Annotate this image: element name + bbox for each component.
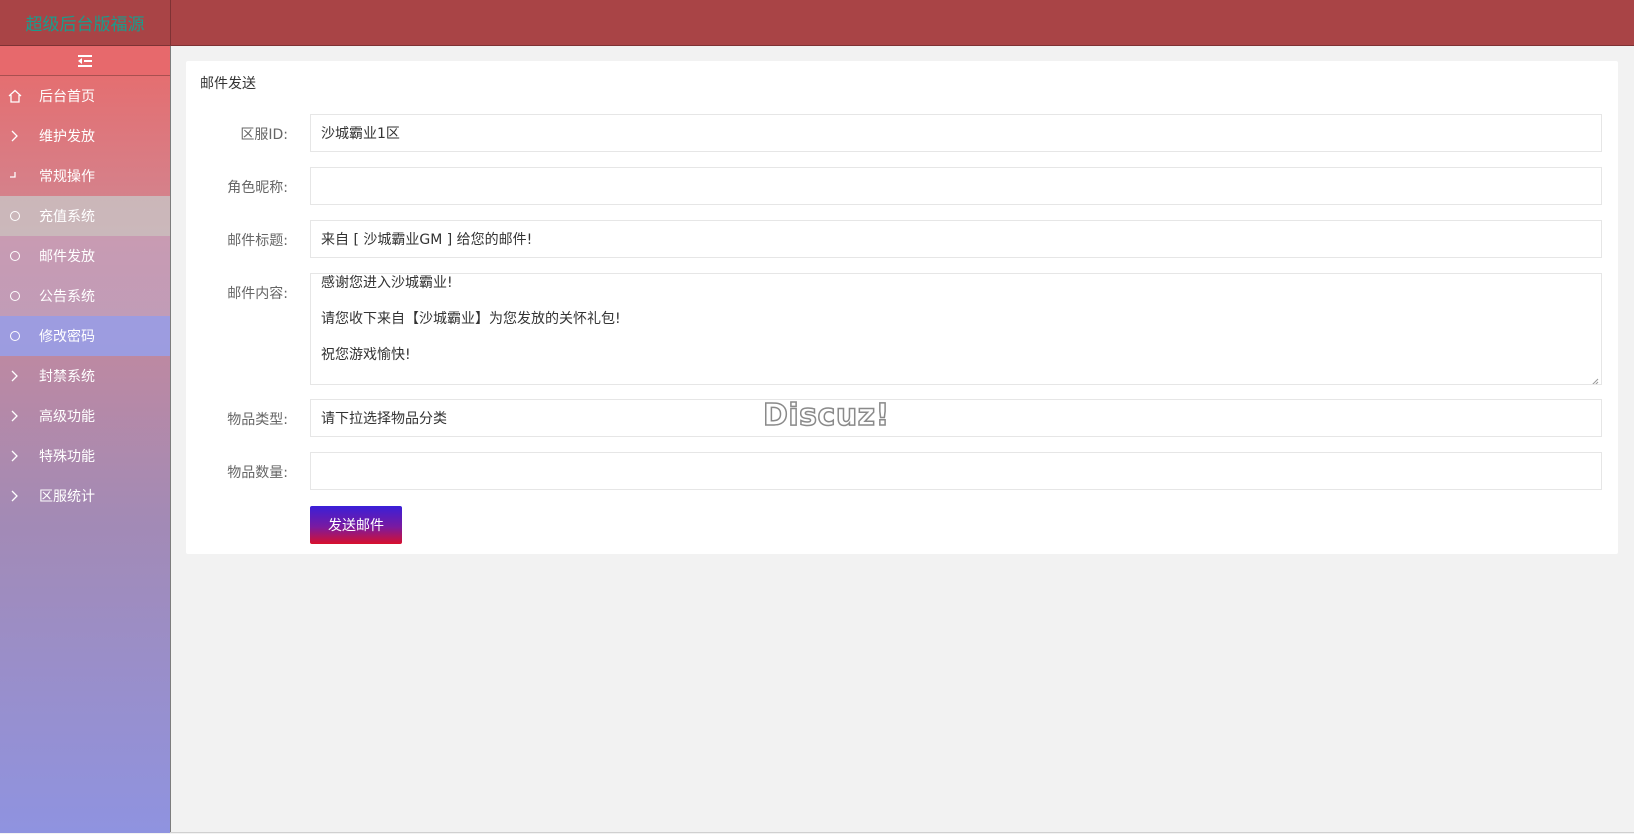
send-mail-button[interactable]: 发送邮件 (310, 506, 402, 544)
mail-content-line: 感谢您进入沙城霸业! (321, 275, 453, 291)
mail-title-label: 邮件标题: (227, 233, 288, 249)
sidebar-item-label: 后台首页 (39, 89, 95, 105)
sidebar-item-advanced[interactable]: 高级功能 (0, 396, 170, 436)
item-count-input[interactable] (310, 452, 1602, 490)
chevron-right-icon (8, 129, 22, 143)
sidebar-item-label: 邮件发放 (39, 249, 95, 265)
mail-content-label: 邮件内容: (227, 286, 288, 302)
sidebar-item-label: 区服统计 (39, 489, 95, 505)
circle-icon (8, 329, 22, 343)
chevron-right-icon (8, 449, 22, 463)
nickname-label: 角色昵称: (227, 180, 288, 196)
sidebar-item-recharge[interactable]: 充值系统 (0, 196, 170, 236)
sidebar-item-label: 公告系统 (39, 289, 95, 305)
sidebar-item-stats[interactable]: 区服统计 (0, 476, 170, 516)
sidebar-item-announcement[interactable]: 公告系统 (0, 276, 170, 316)
item-type-label: 物品类型: (227, 412, 288, 428)
resize-handle-icon[interactable] (1591, 374, 1599, 384)
sidebar-item-ban[interactable]: 封禁系统 (0, 356, 170, 396)
sidebar-item-label: 特殊功能 (39, 449, 95, 465)
item-type-select[interactable]: 请下拉选择物品分类 (310, 399, 1602, 437)
nickname-input[interactable] (310, 167, 1602, 205)
mail-card: 邮件发送 区服ID: 沙城霸业1区 角色昵称: 邮件标题: 来自 [ 沙城霸业G… (186, 61, 1618, 554)
sidebar: 后台首页 维护发放 常规操作 充值系统 邮件发放 公告系统 修改密码 封禁系统 (0, 46, 171, 833)
sidebar-item-password[interactable]: 修改密码 (0, 316, 170, 356)
mail-content-line: 祝您游戏愉快! (321, 347, 411, 363)
circle-icon (8, 289, 22, 303)
sidebar-item-label: 高级功能 (39, 409, 95, 425)
watermark: Discuz! (762, 397, 890, 434)
sidebar-item-routine[interactable]: 常规操作 (0, 156, 170, 196)
sidebar-item-mail[interactable]: 邮件发放 (0, 236, 170, 276)
circle-icon (8, 209, 22, 223)
mail-title-input[interactable]: 来自 [ 沙城霸业GM ] 给您的邮件! (310, 220, 1602, 258)
sidebar-item-label: 常规操作 (39, 169, 95, 185)
server-id-label: 区服ID: (240, 127, 288, 143)
sidebar-item-special[interactable]: 特殊功能 (0, 436, 170, 476)
sidebar-item-home[interactable]: 后台首页 (0, 76, 170, 116)
chevron-right-icon (8, 489, 22, 503)
home-icon (8, 89, 22, 103)
card-title: 邮件发送 (200, 76, 256, 92)
server-id-input[interactable]: 沙城霸业1区 (310, 114, 1602, 152)
logo[interactable]: 超级后台版福源 (0, 0, 171, 45)
item-count-label: 物品数量: (227, 465, 288, 481)
sidebar-item-label: 充值系统 (39, 209, 95, 225)
sidebar-toggle[interactable] (0, 46, 170, 76)
chevron-down-icon (8, 169, 22, 183)
sidebar-item-label: 修改密码 (39, 329, 95, 345)
circle-icon (8, 249, 22, 263)
mail-content-line: 请您收下来自【沙城霸业】为您发放的关怀礼包! (321, 311, 621, 327)
sidebar-item-label: 封禁系统 (39, 369, 95, 385)
divider (170, 832, 1634, 833)
mail-content-textarea[interactable]: 感谢您进入沙城霸业! 请您收下来自【沙城霸业】为您发放的关怀礼包! 祝您游戏愉快… (310, 273, 1602, 385)
sidebar-item-label: 维护发放 (39, 129, 95, 145)
chevron-right-icon (8, 369, 22, 383)
top-bar: 超级后台版福源 (0, 0, 1634, 46)
indent-icon (78, 54, 92, 67)
chevron-right-icon (8, 409, 22, 423)
sidebar-item-maintenance[interactable]: 维护发放 (0, 116, 170, 156)
